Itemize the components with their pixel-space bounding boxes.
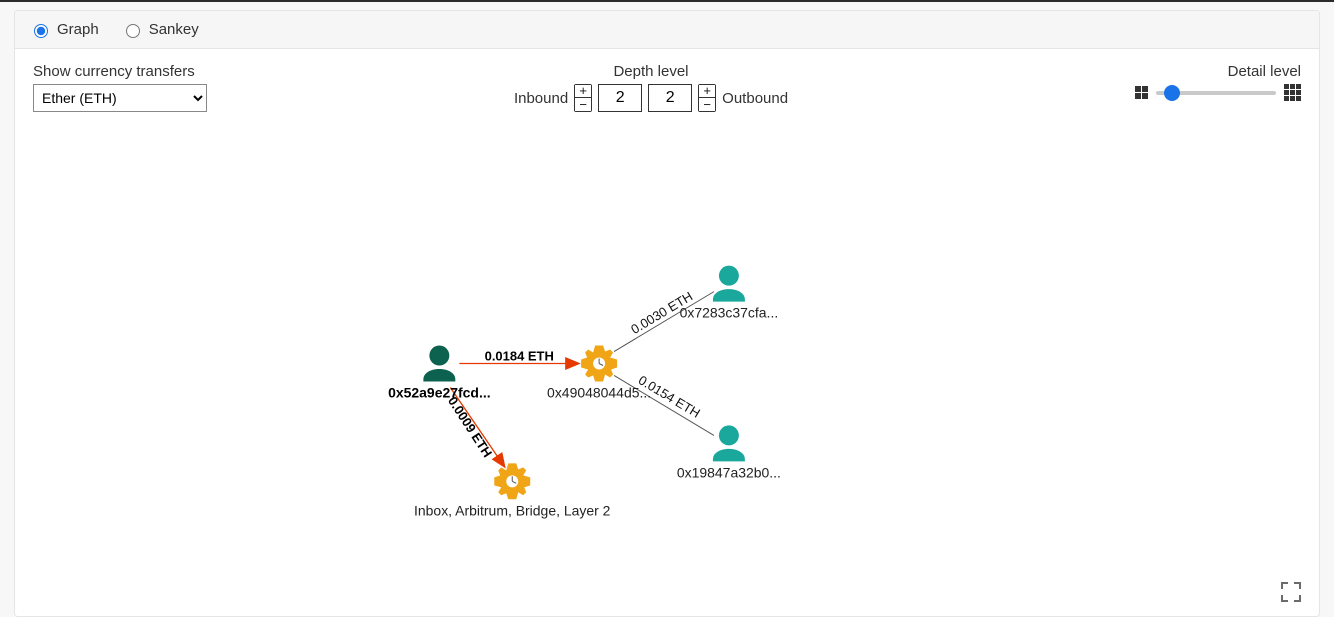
depth-title: Depth level <box>613 63 688 80</box>
tab-sankey[interactable]: Sankey <box>121 21 199 38</box>
inbound-minus-button[interactable]: − <box>575 98 591 111</box>
node-gear-inbox-label: Inbox, Arbitrum, Bridge, Layer 2 <box>414 502 611 518</box>
node-center-user[interactable] <box>423 346 455 382</box>
node-gear-main-label: 0x49048044d5... <box>547 384 651 400</box>
node-user-bottom[interactable] <box>713 425 745 461</box>
depth-control: Depth level Inbound + − + − Outbound <box>167 63 1135 112</box>
inbound-value[interactable] <box>598 84 642 112</box>
edge-label-e2: 0.0009 ETH <box>445 394 495 460</box>
visualization-panel: Graph Sankey Show currency transfers Eth… <box>14 10 1320 617</box>
fullscreen-button[interactable] <box>1279 580 1303 604</box>
graph-canvas[interactable]: 0.0184 ETH 0.0009 ETH 0.0030 ETH 0.0154 … <box>15 121 1319 616</box>
node-user-top-label: 0x7283c37cfa... <box>680 305 779 321</box>
view-tabs: Graph Sankey <box>15 11 1319 49</box>
edge-label-e1: 0.0184 ETH <box>485 349 554 364</box>
tab-sankey-label: Sankey <box>149 21 199 38</box>
inbound-stepper: + − <box>574 84 592 112</box>
node-user-top[interactable] <box>713 266 745 302</box>
tab-graph-label: Graph <box>57 21 99 38</box>
node-center-user-label: 0x52a9e27fcd... <box>388 384 491 400</box>
radio-graph[interactable] <box>34 24 48 38</box>
detail-control: Detail level <box>1135 63 1301 101</box>
detail-slider[interactable] <box>1156 91 1276 95</box>
outbound-label: Outbound <box>722 90 788 107</box>
grid-small-icon <box>1135 86 1148 99</box>
control-bar: Show currency transfers Ether (ETH) Dept… <box>15 49 1319 121</box>
grid-large-icon <box>1284 84 1301 101</box>
inbound-label: Inbound <box>514 90 568 107</box>
radio-sankey[interactable] <box>126 24 140 38</box>
detail-title: Detail level <box>1228 63 1301 80</box>
outbound-minus-button[interactable]: − <box>699 98 715 111</box>
outbound-stepper: + − <box>698 84 716 112</box>
node-gear-main[interactable] <box>581 346 617 382</box>
node-user-bottom-label: 0x19847a32b0... <box>677 464 781 480</box>
edge-gear-to-top[interactable] <box>614 292 714 352</box>
node-gear-inbox[interactable] <box>494 463 530 499</box>
tab-graph[interactable]: Graph <box>29 21 99 38</box>
outbound-value[interactable] <box>648 84 692 112</box>
